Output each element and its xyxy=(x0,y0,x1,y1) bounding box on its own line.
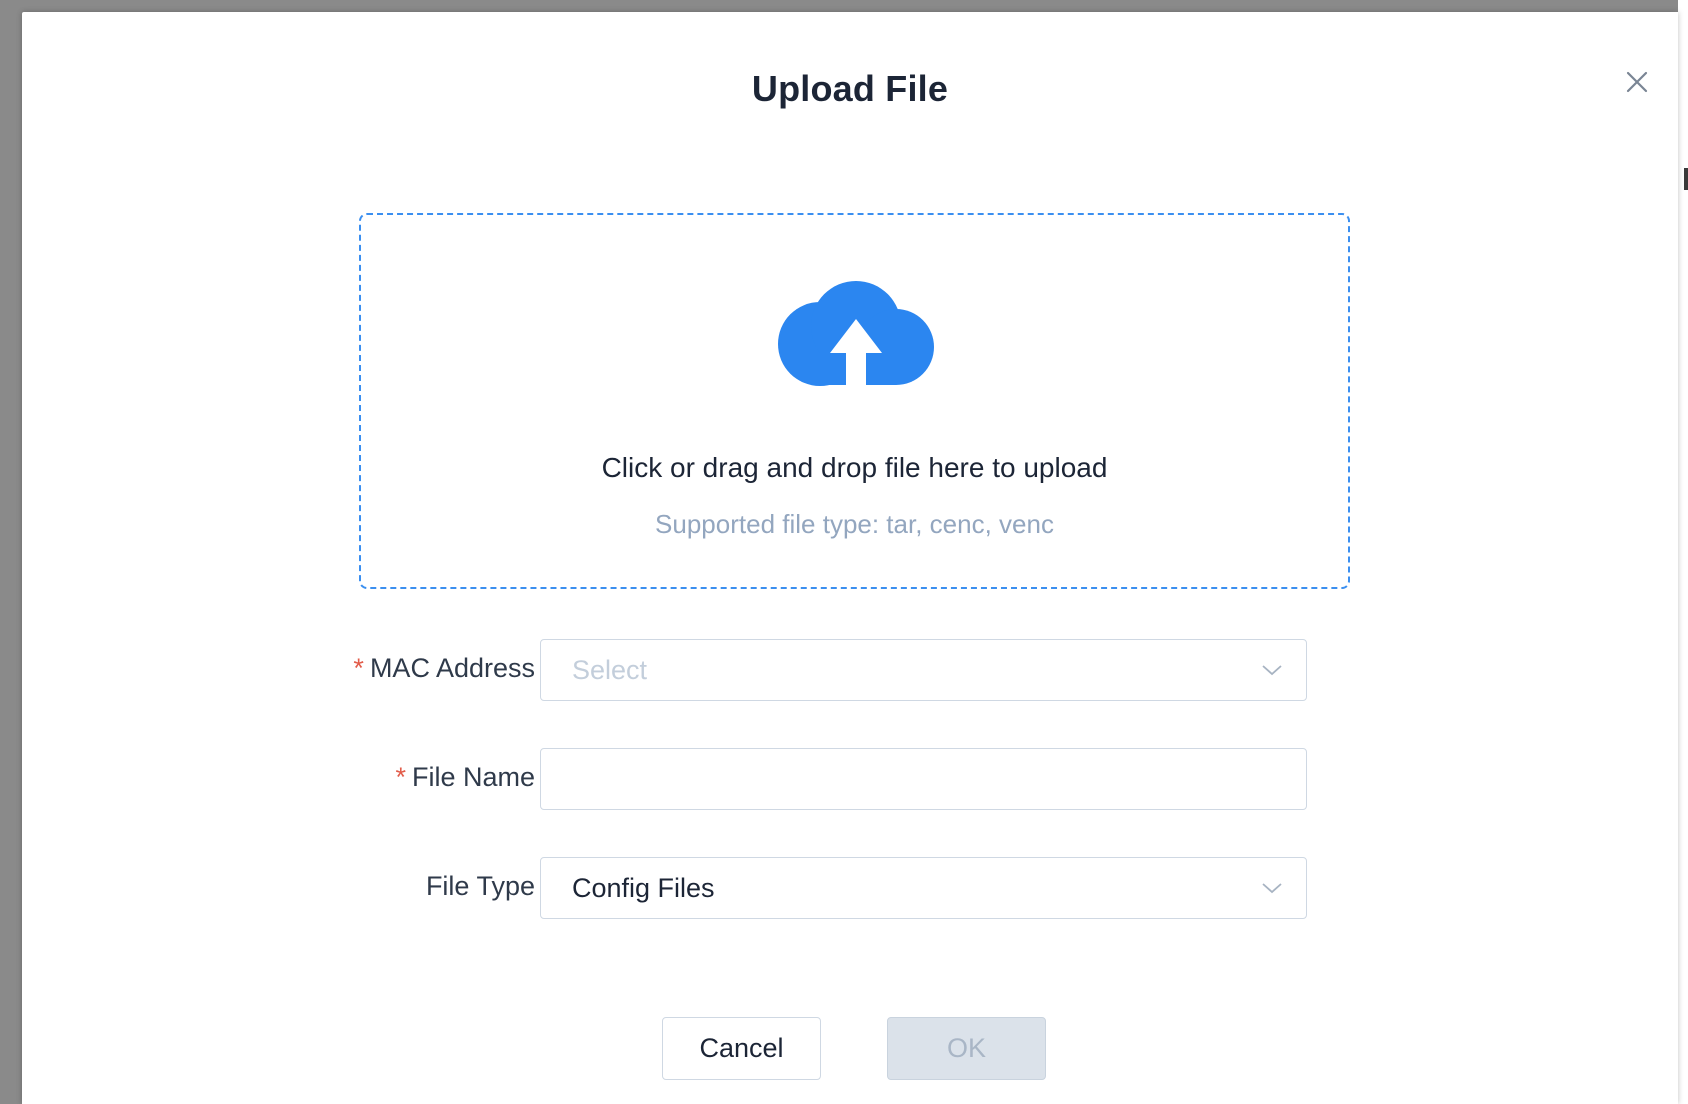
background-page-mark xyxy=(1684,168,1688,190)
background-page-edge xyxy=(1678,0,1688,1104)
file-dropzone[interactable]: Click or drag and drop file here to uplo… xyxy=(359,213,1350,589)
file-type-row: File Type Config Files xyxy=(22,857,1678,919)
file-type-value: Config Files xyxy=(572,873,715,903)
mac-address-placeholder: Select xyxy=(572,655,648,685)
file-type-select[interactable]: Config Files xyxy=(540,857,1307,919)
cancel-button[interactable]: Cancel xyxy=(662,1017,821,1080)
mac-address-row: * MAC Address Select xyxy=(22,639,1678,701)
chevron-down-icon xyxy=(1262,665,1282,676)
chevron-down-icon xyxy=(1262,883,1282,894)
required-marker: * xyxy=(395,762,406,792)
cloud-upload-icon xyxy=(778,281,934,387)
mac-address-select[interactable]: Select xyxy=(540,639,1307,701)
file-name-label: * File Name xyxy=(395,762,535,793)
upload-file-dialog: Upload File Click or drag and drop file … xyxy=(22,12,1678,1104)
mac-address-label-text: MAC Address xyxy=(369,653,535,683)
dropzone-title: Click or drag and drop file here to uplo… xyxy=(601,452,1108,483)
file-name-label-text: File Name xyxy=(411,762,535,792)
required-marker: * xyxy=(353,653,364,683)
dropzone-supported-types: Supported file type: tar, cenc, venc xyxy=(655,509,1054,539)
file-name-input[interactable] xyxy=(540,748,1307,810)
dialog-title: Upload File xyxy=(751,68,949,109)
ok-button[interactable]: OK xyxy=(887,1017,1046,1080)
close-icon[interactable] xyxy=(1617,62,1657,102)
file-type-label: File Type xyxy=(425,871,535,901)
file-name-row: * File Name xyxy=(22,748,1678,810)
mac-address-label: * MAC Address xyxy=(353,653,535,684)
